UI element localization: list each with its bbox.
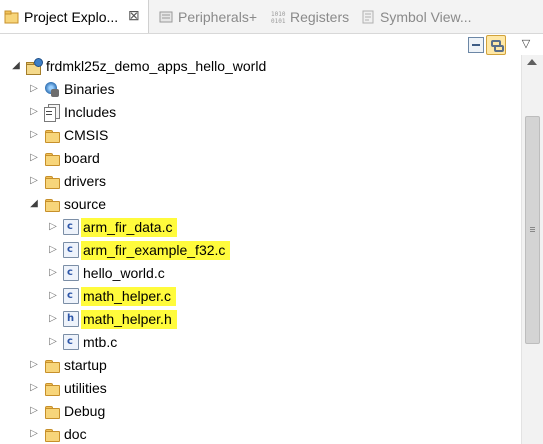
- includes-icon: [44, 104, 60, 122]
- collapsed-arrow-icon[interactable]: ▷: [28, 174, 40, 188]
- project-icon: [26, 58, 43, 75]
- collapsed-arrow-icon[interactable]: ▷: [47, 289, 59, 303]
- tree-item-label: board: [64, 150, 100, 166]
- collapsed-arrow-icon[interactable]: ▷: [28, 381, 40, 395]
- collapsed-arrow-icon[interactable]: ▷: [28, 151, 40, 165]
- tree-item-label: math_helper.c: [81, 287, 176, 306]
- tab-label: Peripherals+: [178, 8, 257, 25]
- c-source-file-icon: c: [63, 288, 79, 304]
- symbol-viewer-icon: [360, 9, 376, 25]
- tree-item-cmsis[interactable]: ▷ CMSIS: [0, 124, 520, 147]
- expanded-arrow-icon[interactable]: ◢: [10, 59, 22, 73]
- tree-item-label: arm_fir_example_f32.c: [81, 241, 231, 260]
- folder-icon: [44, 196, 60, 212]
- tree-item-label: drivers: [64, 173, 107, 189]
- folder-icon: [44, 357, 60, 373]
- peripherals-icon: [158, 9, 174, 25]
- view-tab-bar: Project Explo... ⊠ Peripherals+ 1010 0101…: [0, 0, 543, 34]
- folder-icon: [44, 426, 60, 442]
- tree-item-label: Includes: [64, 104, 117, 120]
- collapse-all-icon[interactable]: [468, 37, 484, 53]
- collapsed-arrow-icon[interactable]: ▷: [28, 128, 40, 142]
- close-icon[interactable]: ⊠: [128, 7, 140, 23]
- tree-item-debug[interactable]: ▷ Debug: [0, 400, 520, 423]
- collapsed-arrow-icon[interactable]: ▷: [28, 82, 40, 96]
- vertical-scrollbar[interactable]: [521, 55, 543, 444]
- tree-item-label: startup: [64, 357, 107, 373]
- binaries-icon: [44, 81, 60, 97]
- collapsed-arrow-icon[interactable]: ▷: [47, 243, 59, 257]
- tree-item-label: mtb.c: [83, 334, 118, 350]
- collapsed-arrow-icon[interactable]: ▷: [47, 266, 59, 280]
- tree-item-label: utilities: [64, 380, 107, 396]
- tree-item-label: frdmkl25z_demo_apps_hello_world: [46, 58, 267, 74]
- c-source-file-icon: c: [63, 265, 79, 281]
- tree-item-label: arm_fir_data.c: [81, 218, 178, 237]
- tree-item-doc[interactable]: ▷ doc: [0, 423, 520, 444]
- c-source-file-icon: c: [63, 242, 79, 258]
- collapsed-arrow-icon[interactable]: ▷: [28, 404, 40, 418]
- tab-symbol-viewer[interactable]: Symbol View...: [356, 0, 543, 33]
- tree-item-label: hello_world.c: [83, 265, 165, 281]
- tree-item-board[interactable]: ▷ board: [0, 147, 520, 170]
- tree-item-file[interactable]: ▷ c arm_fir_data.c: [0, 216, 520, 239]
- scroll-up-arrow-icon[interactable]: [527, 59, 537, 65]
- c-source-file-icon: c: [63, 334, 79, 350]
- project-tree: ◢ frdmkl25z_demo_apps_hello_world ▷ Bina…: [0, 55, 520, 444]
- collapsed-arrow-icon[interactable]: ▷: [28, 105, 40, 119]
- tree-item-file[interactable]: ▷ c hello_world.c: [0, 262, 520, 285]
- collapsed-arrow-icon[interactable]: ▷: [47, 220, 59, 234]
- tree-item-project[interactable]: ◢ frdmkl25z_demo_apps_hello_world: [0, 55, 520, 78]
- c-source-file-icon: c: [63, 219, 79, 235]
- scrollbar-thumb[interactable]: [525, 116, 540, 344]
- tree-item-label: source: [64, 196, 107, 212]
- tree-item-source[interactable]: ◢ source: [0, 193, 520, 216]
- folder-icon: [44, 403, 60, 419]
- tree-item-label: math_helper.h: [81, 310, 177, 329]
- folder-icon: [44, 380, 60, 396]
- svg-text:1010: 1010: [271, 11, 286, 18]
- view-menu-icon[interactable]: ▽: [518, 36, 534, 52]
- project-explorer-icon: [4, 9, 20, 25]
- tab-label: Registers: [290, 8, 350, 25]
- collapsed-arrow-icon[interactable]: ▷: [47, 335, 59, 349]
- collapsed-arrow-icon[interactable]: ▷: [47, 312, 59, 326]
- tree-item-file[interactable]: ▷ c mtb.c: [0, 331, 520, 354]
- tree-item-startup[interactable]: ▷ startup: [0, 354, 520, 377]
- registers-icon: 1010 0101: [270, 9, 286, 25]
- collapsed-arrow-icon[interactable]: ▷: [28, 427, 40, 441]
- expanded-arrow-icon[interactable]: ◢: [28, 197, 40, 211]
- tree-item-label: Debug: [64, 403, 106, 419]
- collapsed-arrow-icon[interactable]: ▷: [28, 358, 40, 372]
- tab-registers[interactable]: 1010 0101 Registers: [266, 0, 349, 33]
- tree-item-utilities[interactable]: ▷ utilities: [0, 377, 520, 400]
- tree-item-includes[interactable]: ▷ Includes: [0, 101, 520, 124]
- folder-icon: [44, 173, 60, 189]
- tab-peripherals[interactable]: Peripherals+: [154, 0, 257, 33]
- folder-icon: [44, 150, 60, 166]
- view-toolbar: ▽: [0, 34, 543, 56]
- tree-item-binaries[interactable]: ▷ Binaries: [0, 78, 520, 101]
- tree-item-label: doc: [64, 426, 87, 442]
- tree-item-label: CMSIS: [64, 127, 109, 143]
- tab-label: Symbol View...: [380, 8, 472, 25]
- tree-item-label: Binaries: [64, 81, 115, 97]
- folder-icon: [44, 127, 60, 143]
- svg-text:0101: 0101: [271, 18, 286, 25]
- tree-item-file[interactable]: ▷ c math_helper.c: [0, 285, 520, 308]
- link-with-editor-icon[interactable]: [486, 35, 506, 55]
- tree-item-file[interactable]: ▷ c arm_fir_example_f32.c: [0, 239, 520, 262]
- tab-label: Project Explo...: [24, 8, 119, 25]
- tree-item-drivers[interactable]: ▷ drivers: [0, 170, 520, 193]
- tab-project-explorer[interactable]: Project Explo...: [0, 0, 149, 33]
- header-file-icon: h: [63, 311, 79, 327]
- tree-item-file[interactable]: ▷ h math_helper.h: [0, 308, 520, 331]
